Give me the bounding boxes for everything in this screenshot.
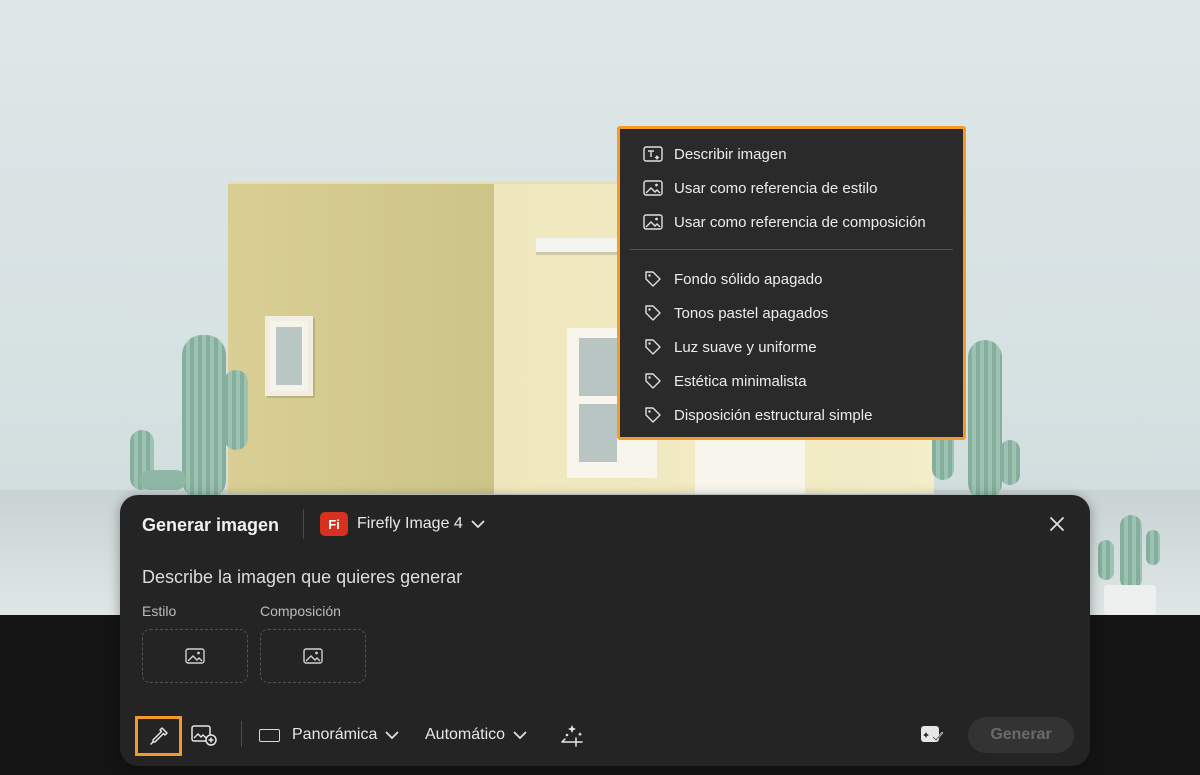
style-label: Estilo [142,603,177,619]
image-icon [642,213,664,231]
menu-item-tag[interactable]: Disposición estructural simple [630,398,953,432]
tag-icon [642,406,664,424]
tag-icon [642,372,664,390]
house-awning [536,238,628,252]
menu-item-tag[interactable]: Fondo sólido apagado [630,262,953,296]
plant-pot [1104,585,1156,615]
close-button[interactable] [1046,513,1068,535]
menu-item-label: Tonos pastel apagados [674,304,829,322]
menu-item-style-reference[interactable]: Usar como referencia de estilo [630,171,953,205]
menu-item-label: Disposición estructural simple [674,406,873,424]
cactus [968,340,1002,500]
menu-item-label: Usar como referencia de composición [674,213,926,231]
menu-divider [630,249,953,250]
text-image-icon [642,145,664,163]
title-divider [303,509,304,539]
add-image-button[interactable] [189,721,219,749]
content-type-dropdown[interactable]: Automático [425,721,527,749]
house-door [695,440,805,494]
tag-icon [642,304,664,322]
firefly-logo-icon: Fi [320,512,348,536]
effects-button[interactable] [557,721,587,749]
effects-sparkle-icon [561,725,583,747]
prompt-input[interactable]: Describe la imagen que quieres generar [142,567,462,588]
cactus-arm [1146,530,1160,565]
toolbar-divider [241,721,242,747]
tag-icon [642,270,664,288]
menu-item-describe-image[interactable]: Describir imagen [630,137,953,171]
eyedropper-icon [149,727,168,745]
add-image-icon [191,725,217,746]
image-icon [185,648,205,664]
content-type-value: Automático [425,726,506,743]
credits-button[interactable] [918,722,946,748]
model-name: Firefly Image 4 [357,515,463,532]
model-selector[interactable]: Fi Firefly Image 4 [320,512,485,536]
menu-item-tag[interactable]: Luz suave y uniforme [630,330,953,364]
eyedropper-button[interactable] [135,716,182,756]
aspect-ratio-icon [259,728,280,742]
menu-item-tag[interactable]: Estética minimalista [630,364,953,398]
menu-item-label: Usar como referencia de estilo [674,179,878,197]
chevron-down-icon [385,731,399,740]
menu-item-label: Luz suave y uniforme [674,338,817,356]
aspect-ratio-dropdown[interactable]: Panorámica [259,721,399,749]
aspect-ratio-value: Panorámica [292,726,378,743]
cactus-arm [1000,440,1020,485]
menu-item-label: Fondo sólido apagado [674,270,823,288]
generate-image-panel: Generar imagen Fi Firefly Image 4 Descri… [120,495,1090,766]
menu-item-tag[interactable]: Tonos pastel apagados [630,296,953,330]
composition-reference-slot[interactable] [260,629,366,683]
cactus [1120,515,1142,590]
composition-label: Composición [260,603,341,619]
tag-icon [642,338,664,356]
generate-button[interactable]: Generar [968,717,1074,753]
house-window [265,316,313,396]
cactus-arm [1098,540,1114,580]
menu-item-label: Describir imagen [674,145,787,163]
credits-icon [921,726,943,742]
cactus [182,335,226,500]
image-context-menu: Describir imagen Usar como referencia de… [617,126,966,440]
close-icon [1050,517,1064,531]
menu-item-composition-reference[interactable]: Usar como referencia de composición [630,205,953,239]
cactus-arm [140,470,186,490]
image-icon [642,179,664,197]
panel-title: Generar imagen [142,515,280,535]
menu-item-label: Estética minimalista [674,372,807,390]
chevron-down-icon [513,731,527,740]
cactus-arm [224,370,248,450]
style-reference-slot[interactable] [142,629,248,683]
image-icon [303,648,323,664]
chevron-down-icon [471,520,485,529]
